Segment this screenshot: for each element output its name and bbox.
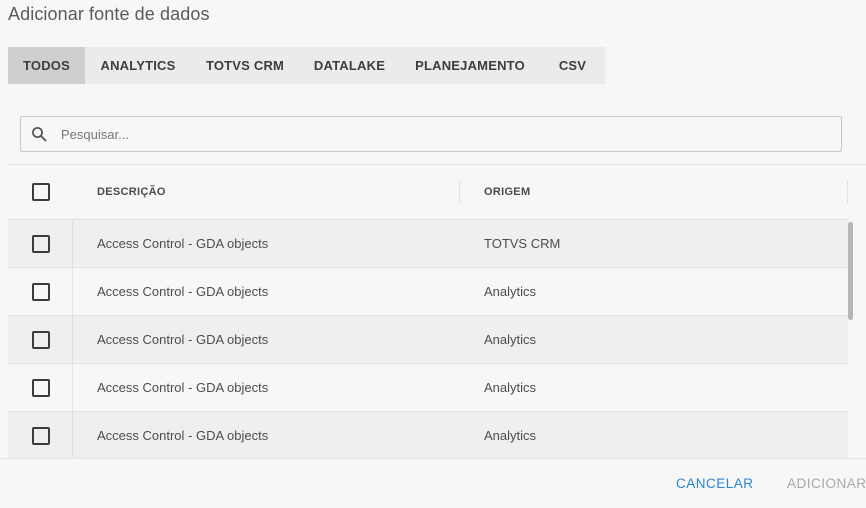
- table-header: DESCRIÇÃO ORIGEM: [8, 165, 848, 220]
- row-origin: Analytics: [484, 428, 537, 443]
- tab-totvs-crm[interactable]: TOTVS CRM: [191, 47, 299, 84]
- table-body: Access Control - GDA objects TOTVS CRM A…: [8, 220, 848, 458]
- row-checkbox[interactable]: [32, 234, 50, 253]
- table-row[interactable]: Access Control - GDA objects Analytics: [8, 412, 848, 458]
- tab-analytics[interactable]: ANALYTICS: [85, 47, 191, 84]
- row-description: Access Control - GDA objects: [97, 380, 269, 395]
- row-checkbox[interactable]: [32, 378, 50, 397]
- tab-planejamento[interactable]: PLANEJAMENTO: [400, 47, 540, 84]
- add-data-source-dialog: Adicionar fonte de dados TODOS ANALYTICS…: [0, 0, 866, 508]
- select-all-checkbox[interactable]: [32, 183, 50, 201]
- search-icon: [30, 125, 48, 143]
- row-checkbox[interactable]: [32, 282, 50, 301]
- tab-todos[interactable]: TODOS: [8, 47, 85, 84]
- row-description: Access Control - GDA objects: [97, 236, 269, 251]
- search-input[interactable]: [61, 126, 821, 142]
- source-tabs: TODOS ANALYTICS TOTVS CRM DATALAKE PLANE…: [8, 47, 605, 84]
- search-box: [20, 116, 842, 152]
- row-checkbox-cell: [8, 316, 73, 363]
- dialog-title: Adicionar fonte de dados: [8, 4, 210, 24]
- tab-csv[interactable]: CSV: [540, 47, 605, 84]
- row-description: Access Control - GDA objects: [97, 428, 269, 443]
- header-checkbox-cell: [8, 183, 73, 201]
- row-checkbox-cell: [8, 412, 73, 458]
- table-row[interactable]: Access Control - GDA objects Analytics: [8, 316, 848, 364]
- row-origin: Analytics: [484, 284, 537, 299]
- table-row[interactable]: Access Control - GDA objects TOTVS CRM: [8, 220, 848, 268]
- row-checkbox-cell: [8, 364, 73, 411]
- row-origin: Analytics: [484, 332, 537, 347]
- column-header-description[interactable]: DESCRIÇÃO: [73, 180, 460, 204]
- row-checkbox-cell: [8, 268, 73, 315]
- table-row[interactable]: Access Control - GDA objects Analytics: [8, 364, 848, 412]
- row-description: Access Control - GDA objects: [97, 284, 269, 299]
- add-button[interactable]: ADICIONAR: [787, 476, 866, 491]
- footer-divider: [0, 458, 866, 459]
- tab-datalake[interactable]: DATALAKE: [299, 47, 400, 84]
- row-checkbox-cell: [8, 220, 73, 267]
- row-checkbox[interactable]: [32, 330, 50, 349]
- row-origin: Analytics: [484, 380, 537, 395]
- row-checkbox[interactable]: [32, 426, 50, 445]
- cancel-button[interactable]: CANCELAR: [676, 476, 754, 491]
- row-description: Access Control - GDA objects: [97, 332, 269, 347]
- table-row[interactable]: Access Control - GDA objects Analytics: [8, 268, 848, 316]
- row-origin: TOTVS CRM: [484, 236, 561, 251]
- column-header-origin[interactable]: ORIGEM: [460, 180, 848, 204]
- table-scrollbar-thumb[interactable]: [848, 222, 853, 320]
